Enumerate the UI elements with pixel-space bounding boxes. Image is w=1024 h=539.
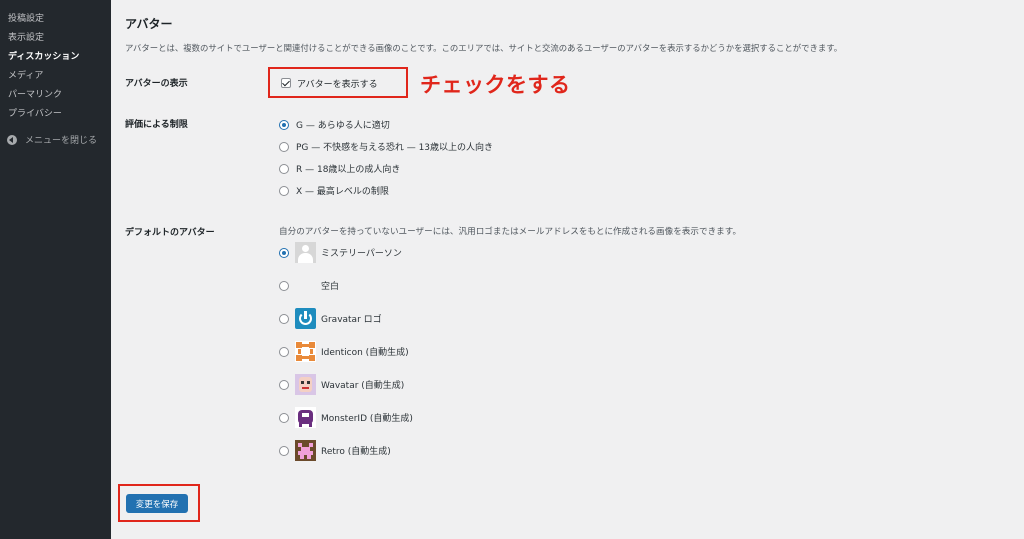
- radio-button[interactable]: [279, 247, 289, 258]
- avatar-option-wavatar[interactable]: Wavatar (自動生成): [279, 374, 404, 395]
- rating-option-r[interactable]: R — 18歳以上の成人向き: [279, 162, 400, 175]
- radio-button[interactable]: [279, 141, 289, 152]
- rating-label: 評価による制限: [125, 120, 188, 130]
- sidebar-item-discussion[interactable]: ディスカッション: [8, 49, 79, 62]
- retro-icon: [295, 440, 316, 461]
- avatar-option-retro[interactable]: Retro (自動生成): [279, 440, 391, 461]
- sidebar-item-permalinks[interactable]: パーマリンク: [8, 87, 62, 100]
- gravatar-logo-icon: [295, 308, 316, 329]
- sidebar-item-media[interactable]: メディア: [8, 68, 43, 81]
- section-title: アバター: [125, 17, 173, 31]
- radio-button[interactable]: [279, 412, 289, 423]
- show-avatars-checkbox-label[interactable]: アバターを表示する: [297, 77, 378, 90]
- radio-button[interactable]: [279, 185, 289, 196]
- collapse-arrow-icon: [7, 134, 17, 145]
- wavatar-icon: [295, 374, 316, 395]
- avatar-option-identicon[interactable]: Identicon (自動生成): [279, 341, 409, 362]
- radio-button[interactable]: [279, 346, 289, 357]
- radio-button[interactable]: [279, 313, 289, 324]
- avatar-option-gravatar[interactable]: Gravatar ロゴ: [279, 308, 382, 329]
- avatar-option-mystery[interactable]: ミステリーパーソン: [279, 242, 402, 263]
- save-highlight: 変更を保存: [118, 484, 200, 522]
- rating-option-g[interactable]: G — あらゆる人に適切: [279, 118, 390, 131]
- save-changes-button[interactable]: 変更を保存: [126, 494, 188, 513]
- show-avatars-label: アバターの表示: [125, 79, 188, 89]
- show-avatars-highlight: アバターを表示する: [268, 67, 408, 98]
- radio-button[interactable]: [279, 119, 289, 130]
- section-description: アバターとは、複数のサイトでユーザーと関連付けることができる画像のことです。この…: [125, 43, 843, 53]
- radio-button[interactable]: [279, 379, 289, 390]
- default-avatar-label: デフォルトのアバター: [125, 228, 215, 238]
- avatar-option-blank[interactable]: 空白: [279, 275, 339, 296]
- annotation-text: チェックをする: [420, 73, 571, 97]
- monsterid-icon: [295, 407, 316, 428]
- rating-option-pg[interactable]: PG — 不快感を与える恐れ — 13歳以上の人向き: [279, 140, 493, 153]
- settings-main: アバター アバターとは、複数のサイトでユーザーと関連付けることができる画像のこと…: [111, 0, 1024, 539]
- avatar-option-monsterid[interactable]: MonsterID (自動生成): [279, 407, 413, 428]
- admin-sidebar: 投稿設定 表示設定 ディスカッション メディア パーマリンク プライバシー メニ…: [0, 0, 111, 539]
- collapse-menu-button[interactable]: メニューを閉じる: [7, 133, 97, 146]
- rating-option-x[interactable]: X — 最高レベルの制限: [279, 184, 389, 197]
- blank-icon: [295, 275, 316, 296]
- radio-button[interactable]: [279, 163, 289, 174]
- sidebar-item-reading[interactable]: 表示設定: [8, 30, 44, 43]
- sidebar-item-writing[interactable]: 投稿設定: [8, 11, 44, 24]
- default-avatar-description: 自分のアバターを持っていないユーザーには、汎用ロゴまたはメールアドレスをもとに作…: [279, 227, 742, 237]
- radio-button[interactable]: [279, 445, 289, 456]
- sidebar-item-privacy[interactable]: プライバシー: [8, 106, 62, 119]
- collapse-menu-label: メニューを閉じる: [25, 136, 98, 146]
- radio-button[interactable]: [279, 280, 289, 291]
- identicon-icon: [295, 341, 316, 362]
- mystery-person-icon: [295, 242, 316, 263]
- show-avatars-checkbox[interactable]: [281, 78, 291, 88]
